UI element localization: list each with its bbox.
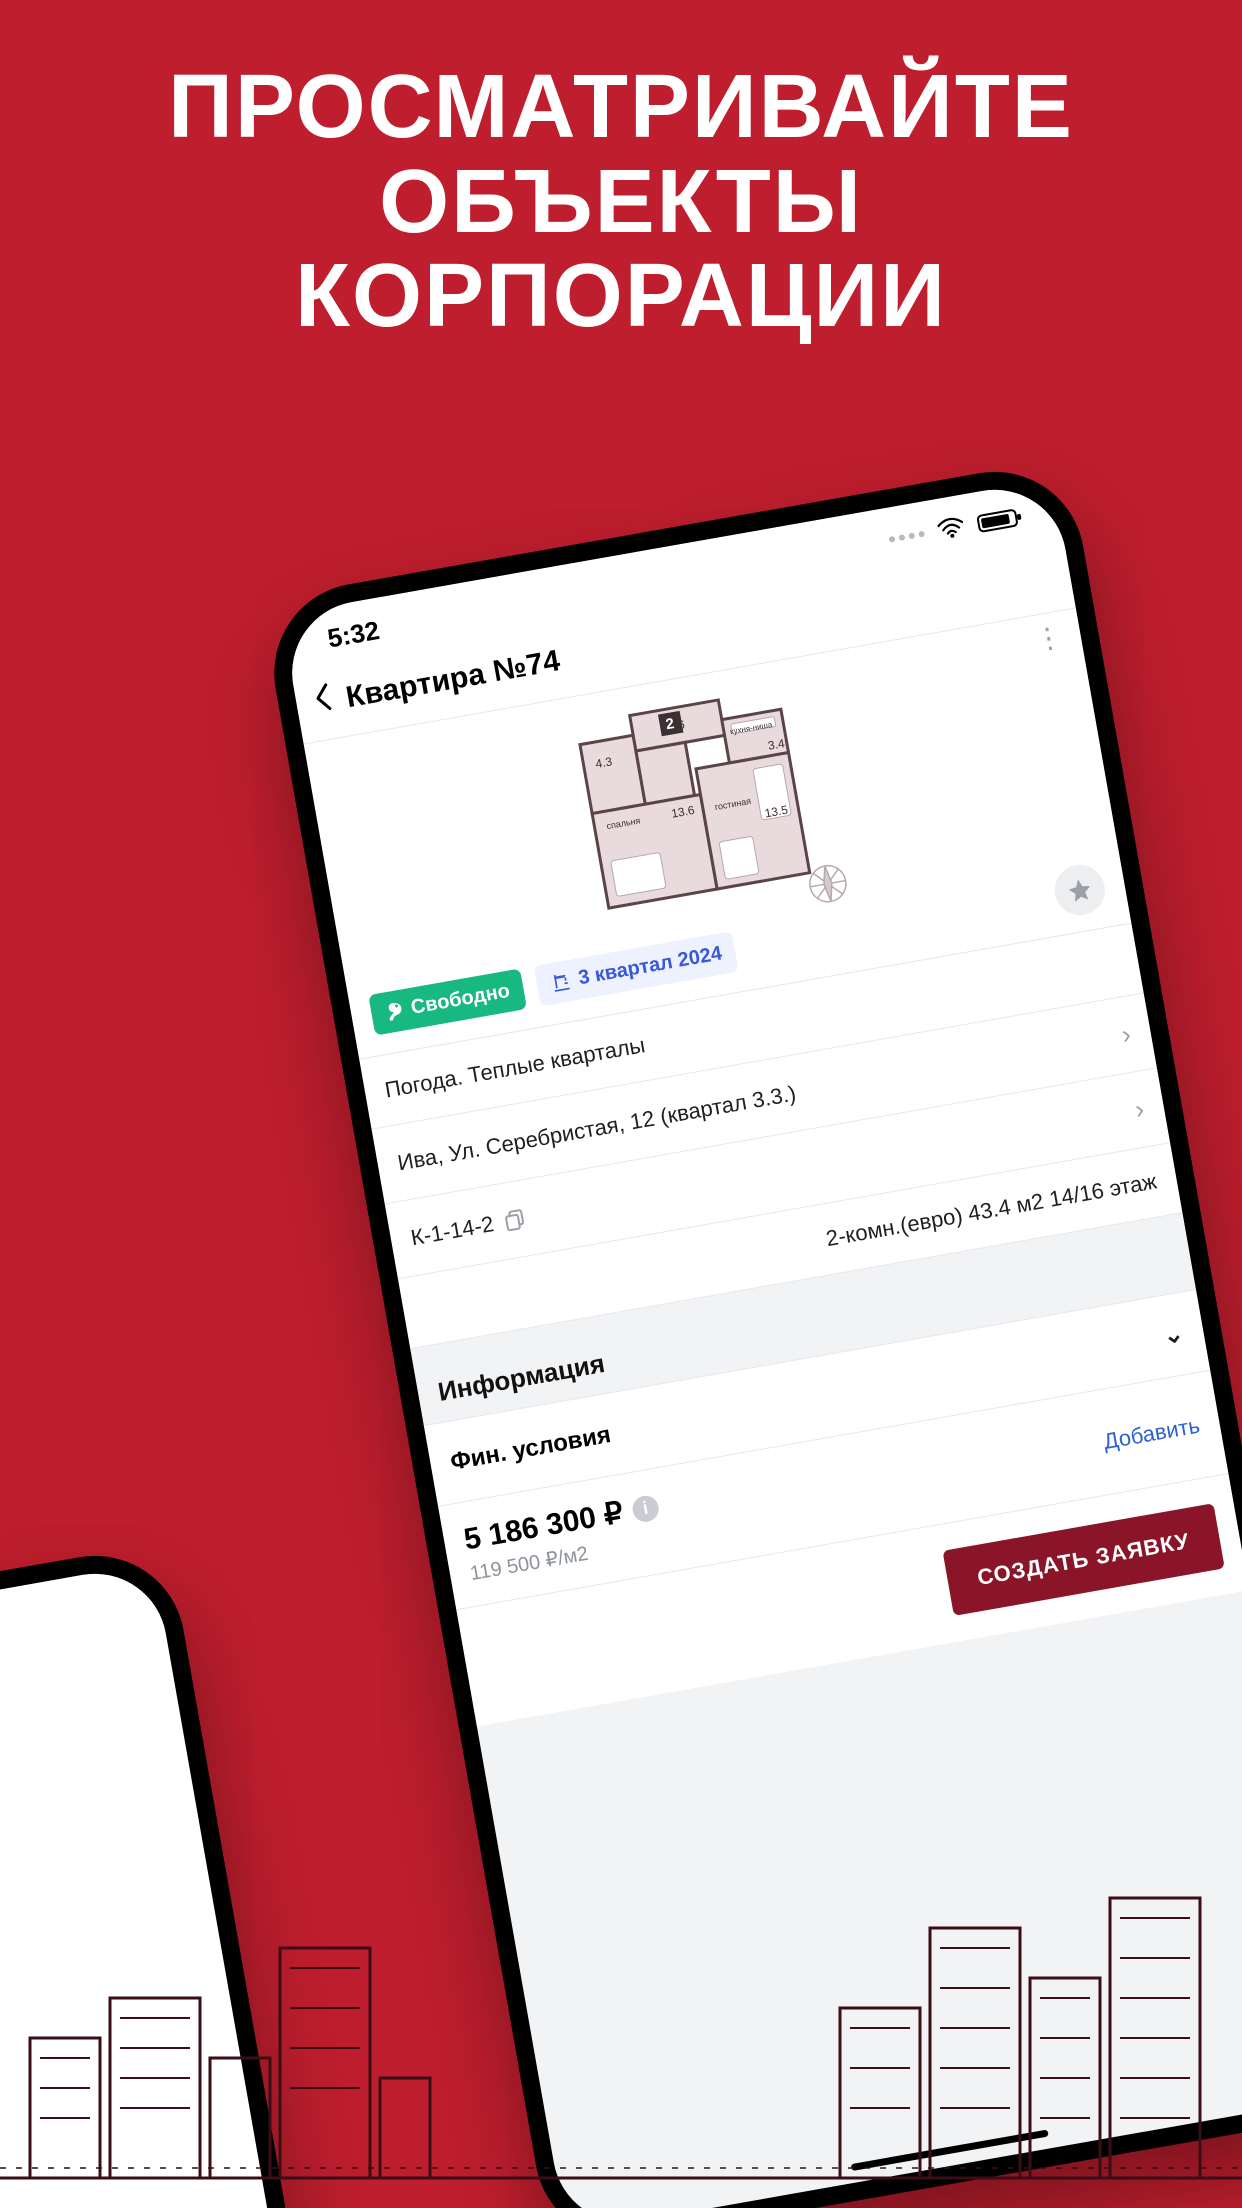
- crane-icon: [549, 970, 572, 993]
- signal-dots-icon: [889, 531, 925, 543]
- promo-line-3: КОРПОРАЦИИ: [0, 249, 1242, 344]
- status-badge-available: Свободно: [368, 968, 527, 1035]
- favorite-button[interactable]: [1051, 861, 1109, 919]
- key-icon: [384, 1000, 405, 1021]
- promo-line-1: ПРОСМАТРИВАЙТЕ: [0, 60, 1242, 155]
- info-icon[interactable]: i: [630, 1493, 660, 1523]
- secondary-device-frame: [0, 1542, 460, 2208]
- status-time: 5:32: [325, 615, 382, 655]
- delivery-badge: 3 квартал 2024: [534, 931, 740, 1006]
- chevron-right-icon: ›: [1119, 1019, 1133, 1051]
- chevron-down-icon: ⌄: [1161, 1319, 1186, 1351]
- promo-title: ПРОСМАТРИВАЙТЕ ОБЪЕКТЫ КОРПОРАЦИИ: [0, 60, 1242, 344]
- home-indicator: [851, 2129, 1049, 2171]
- add-link[interactable]: Добавить: [1102, 1413, 1202, 1455]
- status-indicators: [886, 502, 1019, 555]
- wifi-icon: [936, 511, 967, 546]
- status-badge-label: Свободно: [409, 979, 511, 1019]
- copy-icon[interactable]: [501, 1206, 529, 1234]
- create-request-button[interactable]: СОЗДАТЬ ЗАЯВКУ: [942, 1503, 1224, 1616]
- delivery-badge-label: 3 квартал 2024: [577, 942, 724, 990]
- room-niche-area: 3.4: [767, 736, 786, 753]
- content: ⋮: [304, 608, 1242, 1726]
- device-frame: 5:32 Квартира №74 ⋮: [260, 458, 1242, 2208]
- unit-code: К-1-14-2: [409, 1211, 496, 1251]
- screen: 5:32 Квартира №74 ⋮: [281, 478, 1242, 2208]
- battery-icon: [976, 508, 1019, 533]
- chevron-right-icon: ›: [1133, 1093, 1147, 1125]
- promo-line-2: ОБЪЕКТЫ: [0, 155, 1242, 250]
- more-menu-icon[interactable]: ⋮: [1034, 629, 1064, 648]
- back-button[interactable]: [311, 681, 335, 723]
- floorplan-image[interactable]: 4.3 6.6 кухня-ниша 3.4 спальня 13.6 гост…: [565, 672, 861, 944]
- star-icon: [1065, 875, 1095, 905]
- fin-conditions-label: Фин. условия: [448, 1421, 613, 1477]
- room-bath-area: 4.3: [594, 754, 613, 771]
